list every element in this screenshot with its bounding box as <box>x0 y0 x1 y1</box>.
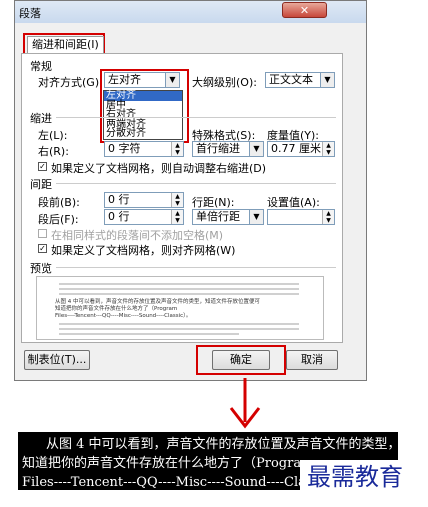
preview-line <box>59 323 299 325</box>
arrow-down-icon <box>229 378 261 429</box>
right-indent-input[interactable]: 0 字符 ▲ ▼ <box>104 141 184 157</box>
line-spacing-label: 行距(N): <box>192 196 235 209</box>
cancel-button[interactable]: 取消 <box>286 350 338 370</box>
before-input[interactable]: 0 行 ▲ ▼ <box>104 192 184 208</box>
chevron-down-icon[interactable]: ▼ <box>165 73 179 87</box>
right-indent-label: 右(R): <box>38 145 69 158</box>
preview-separator <box>56 267 336 268</box>
preview-line <box>59 288 299 290</box>
measure-input[interactable]: 0.77 厘米 ▲ ▼ <box>267 141 335 157</box>
after-label: 段后(F): <box>38 213 79 226</box>
same-style-checkbox[interactable] <box>38 229 47 238</box>
spinner-arrows-icon[interactable]: ▲ ▼ <box>322 142 334 156</box>
preview-line <box>59 328 299 330</box>
grid-align-checkbox[interactable]: ✓ <box>38 244 47 253</box>
before-label: 段前(B): <box>38 196 80 209</box>
document-line-1: 从图 4 中可以看到，声音文件的存放位置及声音文件的类型，知道文 <box>46 437 398 452</box>
section-spacing-label: 间距 <box>30 178 52 191</box>
chevron-down-icon[interactable]: ▼ <box>249 142 263 156</box>
chevron-down-icon[interactable]: ▼ <box>320 73 334 87</box>
align-dropdown-list: 左对齐 居中 右对齐 两端对齐 分散对齐 <box>103 90 183 140</box>
preview-text-3: Files----Tencent---QQ----Misc----Sound--… <box>55 313 192 319</box>
spinner-arrows-icon[interactable]: ▲ ▼ <box>171 142 183 156</box>
chevron-down-icon[interactable]: ▼ <box>249 210 263 224</box>
before-value: 0 行 <box>108 193 130 206</box>
ok-button[interactable]: 确定 <box>212 350 270 370</box>
special-value: 首行缩进 <box>196 142 240 155</box>
preview-line <box>59 333 239 335</box>
tab-indent-spacing[interactable]: 缩进和间距(I) <box>27 36 104 54</box>
section-indent-label: 缩进 <box>30 112 52 125</box>
measure-value: 0.77 厘米 <box>271 142 321 155</box>
right-indent-value: 0 字符 <box>108 142 141 155</box>
align-value: 左对齐 <box>108 73 141 86</box>
preview-line <box>59 293 299 295</box>
outline-label: 大纲级别(O): <box>192 76 257 89</box>
outline-combobox[interactable]: 正文文本 ▼ <box>265 72 335 88</box>
grid-indent-label: 如果定义了文档网格，则自动调整右缩进(D) <box>51 162 267 175</box>
section-general-label: 常规 <box>30 60 52 73</box>
special-combobox[interactable]: 首行缩进 ▼ <box>192 141 264 157</box>
grid-align-label: 如果定义了文档网格，则对齐网格(W) <box>51 244 236 257</box>
preview-line <box>59 283 299 285</box>
after-value: 0 行 <box>108 210 130 223</box>
after-input[interactable]: 0 行 ▲ ▼ <box>104 209 184 225</box>
line-spacing-value: 单倍行距 <box>196 210 240 223</box>
align-option[interactable]: 分散对齐 <box>104 129 182 139</box>
dialog-title: 段落 <box>19 7 41 20</box>
indent-separator <box>56 117 336 118</box>
spinner-arrows-icon[interactable]: ▲ ▼ <box>171 193 183 207</box>
spinner-arrows-icon[interactable]: ▲ ▼ <box>171 210 183 224</box>
line-spacing-combobox[interactable]: 单倍行距 ▼ <box>192 209 264 225</box>
tab-stops-button[interactable]: 制表位(T)... <box>24 350 90 370</box>
same-style-label: 在相同样式的段落间不添加空格(M) <box>51 229 224 242</box>
watermark-text: 最需教育 <box>300 460 410 494</box>
preview-text-1: 从图 4 中可以看到，声音文件的存放位置及声音文件的类型，知道文件存放位置便可 <box>55 299 260 305</box>
spinner-arrows-icon[interactable]: ▲ ▼ <box>322 210 334 224</box>
preview-box: 从图 4 中可以看到，声音文件的存放位置及声音文件的类型，知道文件存放位置便可 … <box>36 276 324 340</box>
left-indent-label: 左(L): <box>38 129 68 142</box>
outline-value: 正文文本 <box>269 73 313 86</box>
close-button[interactable]: ✕ <box>282 2 327 18</box>
section-preview-label: 预览 <box>30 262 52 275</box>
align-combobox[interactable]: 左对齐 ▼ <box>104 72 180 88</box>
spacing-separator <box>56 183 336 184</box>
align-label: 对齐方式(G): <box>38 76 103 89</box>
grid-indent-checkbox[interactable]: ✓ <box>38 162 47 171</box>
preview-text-2: 知道把你的声音文件存放在什么地方了（Program <box>55 306 178 312</box>
setting-input[interactable]: ▲ ▼ <box>267 209 335 225</box>
setting-label: 设置值(A): <box>267 196 320 209</box>
